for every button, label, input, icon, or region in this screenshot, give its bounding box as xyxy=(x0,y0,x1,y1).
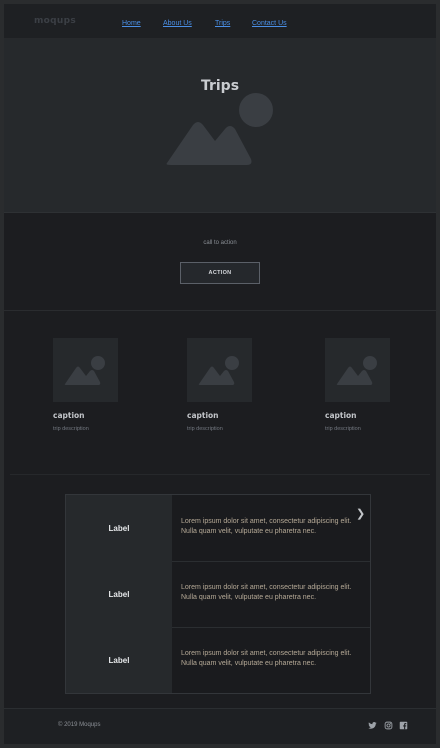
accordion: Label Lorem ipsum dolor sit amet, consec… xyxy=(65,494,371,694)
card-caption: caption xyxy=(325,411,357,420)
card-description: trip description xyxy=(187,426,223,432)
cta-text: call to action xyxy=(203,240,237,246)
call-to-action-section: call to action ACTION xyxy=(4,213,436,311)
trip-cards-section: caption trip description caption trip de… xyxy=(4,311,436,476)
section-divider xyxy=(10,474,430,475)
card-description: trip description xyxy=(325,426,361,432)
action-button[interactable]: ACTION xyxy=(180,262,260,284)
trip-card[interactable]: caption trip description xyxy=(53,338,143,432)
hero-section: Trips xyxy=(4,39,436,213)
nav-link-home[interactable]: Home xyxy=(122,20,141,27)
page-frame: moqups Home About Us Trips Contact Us Tr… xyxy=(4,4,436,744)
image-placeholder-icon xyxy=(64,356,105,385)
top-navbar: moqups Home About Us Trips Contact Us xyxy=(4,4,436,39)
accordion-item[interactable]: Label Lorem ipsum dolor sit amet, consec… xyxy=(66,627,370,693)
nav-link-trips[interactable]: Trips xyxy=(215,20,230,27)
accordion-label[interactable]: Label xyxy=(66,627,172,693)
card-caption: caption xyxy=(53,411,85,420)
chevron-right-icon[interactable]: ❯ xyxy=(356,507,365,520)
footer: © 2019 Moqups xyxy=(4,708,436,744)
accordion-item[interactable]: Label Lorem ipsum dolor sit amet, consec… xyxy=(66,495,370,562)
trip-card[interactable]: caption trip description xyxy=(325,338,415,432)
logo[interactable]: moqups xyxy=(34,16,76,26)
nav-link-contact-us[interactable]: Contact Us xyxy=(252,20,287,27)
accordion-text: Lorem ipsum dolor sit amet, consectetur … xyxy=(181,584,352,601)
twitter-icon[interactable] xyxy=(368,721,377,730)
card-image xyxy=(53,338,118,402)
image-placeholder-icon xyxy=(336,356,377,385)
image-placeholder-icon xyxy=(198,356,239,385)
copyright-text: © 2019 Moqups xyxy=(58,722,101,728)
accordion-label[interactable]: Label xyxy=(66,495,172,561)
card-image xyxy=(325,338,390,402)
image-placeholder-icon xyxy=(166,93,273,165)
card-caption: caption xyxy=(187,411,219,420)
accordion-text: Lorem ipsum dolor sit amet, consectetur … xyxy=(181,518,352,535)
accordion-text: Lorem ipsum dolor sit amet, consectetur … xyxy=(181,650,352,667)
nav-link-about-us[interactable]: About Us xyxy=(163,20,192,27)
trip-card[interactable]: caption trip description xyxy=(187,338,277,432)
card-image xyxy=(187,338,252,402)
accordion-item[interactable]: Label Lorem ipsum dolor sit amet, consec… xyxy=(66,561,370,628)
instagram-icon[interactable] xyxy=(384,721,393,730)
facebook-icon[interactable] xyxy=(399,721,408,730)
accordion-label[interactable]: Label xyxy=(66,561,172,627)
card-description: trip description xyxy=(53,426,89,432)
